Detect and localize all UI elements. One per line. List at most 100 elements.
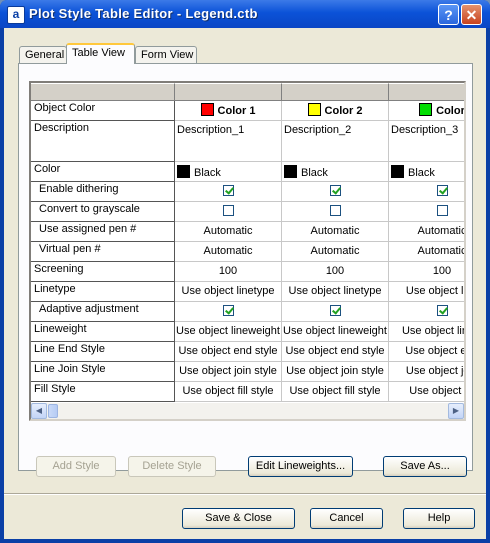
delete-style-button[interactable]: Delete Style [128,456,216,477]
enable-dithering-cell[interactable] [389,182,464,202]
plot-style-table-editor-window: a Plot Style Table Editor - Legend.ctb ?… [0,0,490,543]
lineweight-cell[interactable]: Use object linew [389,322,464,342]
grid-row-description: Description Description_1 Description_2 Des… [31,121,464,162]
cancel-button[interactable]: Cancel [310,508,383,529]
screening-cell[interactable]: 100 [175,262,282,282]
object-color-cell[interactable]: Color 1 [175,101,282,121]
checkbox[interactable] [222,205,234,216]
style-grid-frame: Object Color Color 1 Color 2 Color Descripti… [29,81,466,421]
title-bar[interactable]: a Plot Style Table Editor - Legend.ctb ?… [0,0,490,28]
color-value: Black [301,167,328,179]
linetype-cell[interactable]: Use object line [389,282,464,302]
fill-style-cell[interactable]: Use object fill style [175,382,282,402]
lineweight-cell[interactable]: Use object lineweight [282,322,389,342]
checkbox[interactable] [436,305,448,316]
column-header-3[interactable] [389,83,464,101]
row-label-object-color: Object Color [31,101,175,121]
title-help-button[interactable]: ? [438,4,459,25]
table-view-panel: Object Color Color 1 Color 2 Color Descripti… [18,63,473,477]
save-as-button[interactable]: Save As... [383,456,467,477]
tab-table-view[interactable]: Table View [66,43,135,64]
help-button[interactable]: Help [403,508,475,529]
screening-cell[interactable]: 100 [389,262,464,282]
scroll-right-icon[interactable]: ▶ [448,403,464,419]
row-label-description: Description [31,121,175,162]
scroll-left-icon[interactable]: ◀ [31,403,47,419]
convert-grayscale-cell[interactable] [175,202,282,222]
description-cell[interactable]: Description_2 [282,121,389,162]
convert-grayscale-cell[interactable] [282,202,389,222]
color-cell[interactable]: Black [175,162,282,182]
row-label-convert-grayscale: Convert to grayscale [31,202,175,222]
grid-row-color: Color Black Black Black [31,162,464,182]
checkbox[interactable] [222,305,234,316]
column-header-1[interactable] [175,83,282,101]
checkbox[interactable] [329,305,341,316]
description-cell[interactable]: Description_1 [175,121,282,162]
adaptive-adjustment-cell[interactable] [175,302,282,322]
grid-corner-header [31,83,175,101]
virtual-pen-cell[interactable]: Automatic [389,242,464,262]
dialog-client-area: General Table View Form View Object Colo… [4,28,486,539]
autocad-app-icon[interactable]: a [7,6,25,24]
line-join-style-cell[interactable]: Use object join style [175,362,282,382]
save-close-button[interactable]: Save & Close [182,508,295,529]
row-label-use-assigned-pen: Use assigned pen # [31,222,175,242]
add-style-button[interactable]: Add Style [36,456,116,477]
row-label-enable-dithering: Enable dithering [31,182,175,202]
convert-grayscale-cell[interactable] [389,202,464,222]
color-cell[interactable]: Black [389,162,464,182]
horizontal-scrollbar[interactable]: ◀ ▶ [31,403,464,419]
column-header-2[interactable] [282,83,389,101]
fill-style-cell[interactable]: Use object fill [389,382,464,402]
style-name: Color 2 [324,105,363,117]
use-assigned-pen-cell[interactable]: Automatic [389,222,464,242]
checkbox[interactable] [436,185,448,196]
description-cell[interactable]: Description_3 [389,121,464,162]
row-label-lineweight: Lineweight [31,322,175,342]
use-assigned-pen-cell[interactable]: Automatic [282,222,389,242]
color-swatch [419,103,433,116]
edit-lineweights-button[interactable]: Edit Lineweights... [248,456,353,477]
line-end-style-cell[interactable]: Use object end style [175,342,282,362]
checkbox[interactable] [436,205,448,216]
scroll-thumb[interactable] [48,404,58,418]
enable-dithering-cell[interactable] [282,182,389,202]
grid-row-line-end-style: Line End Style Use object end style Use ob… [31,342,464,362]
object-color-cell[interactable]: Color 2 [282,101,389,121]
linetype-cell[interactable]: Use object linetype [175,282,282,302]
color-swatch [284,165,297,178]
adaptive-adjustment-cell[interactable] [282,302,389,322]
adaptive-adjustment-cell[interactable] [389,302,464,322]
tab-form-view[interactable]: Form View [135,46,197,63]
screening-cell[interactable]: 100 [282,262,389,282]
fill-style-cell[interactable]: Use object fill style [282,382,389,402]
color-swatch [307,103,321,116]
grid-row-lineweight: Lineweight Use object lineweight Use objec… [31,322,464,342]
line-join-style-cell[interactable]: Use object join [389,362,464,382]
line-end-style-cell[interactable]: Use object end [389,342,464,362]
object-color-cell[interactable]: Color [389,101,464,121]
checkbox[interactable] [329,185,341,196]
color-swatch [177,165,190,178]
enable-dithering-cell[interactable] [175,182,282,202]
line-join-style-cell[interactable]: Use object join style [282,362,389,382]
color-cell[interactable]: Black [282,162,389,182]
use-assigned-pen-cell[interactable]: Automatic [175,222,282,242]
virtual-pen-cell[interactable]: Automatic [175,242,282,262]
row-label-fill-style: Fill Style [31,382,175,402]
separator [4,493,486,495]
title-close-button[interactable]: ✕ [461,4,482,25]
grid-row-object-color: Object Color Color 1 Color 2 Color [31,101,464,121]
line-end-style-cell[interactable]: Use object end style [282,342,389,362]
tab-general[interactable]: General [19,46,67,63]
grid-row-enable-dithering: Enable dithering [31,182,464,202]
virtual-pen-cell[interactable]: Automatic [282,242,389,262]
checkbox[interactable] [222,185,234,196]
window-title: Plot Style Table Editor - Legend.ctb [29,6,258,21]
grid-row-use-assigned-pen: Use assigned pen # Automatic Automatic Auto… [31,222,464,242]
grid-header-row [31,83,464,101]
lineweight-cell[interactable]: Use object lineweight [175,322,282,342]
linetype-cell[interactable]: Use object linetype [282,282,389,302]
checkbox[interactable] [329,205,341,216]
